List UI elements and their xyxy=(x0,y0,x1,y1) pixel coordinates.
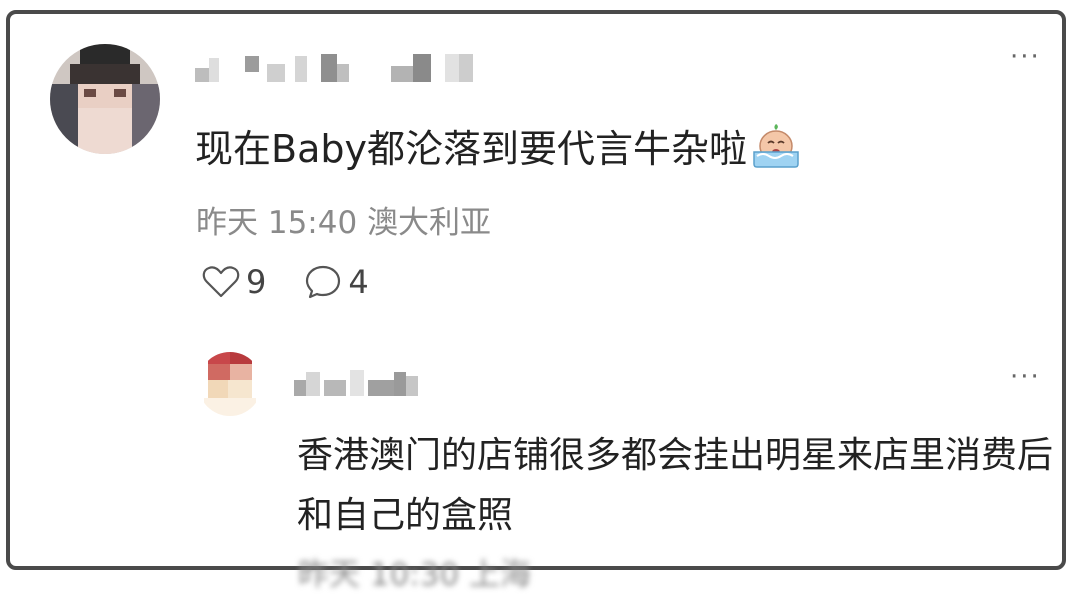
comment-location: 澳大利亚 xyxy=(367,205,492,241)
comment-text: 现在Baby都沦落到要代言牛杂啦 xyxy=(195,118,801,177)
reply-button[interactable]: 4 xyxy=(304,263,369,301)
reply-more-options-button[interactable]: ··· xyxy=(1010,362,1041,392)
comment-time: 昨天 15:40 xyxy=(196,205,358,241)
reply-username-blurred xyxy=(294,370,418,396)
crying-face-emoji-icon xyxy=(751,122,801,177)
reply-count: 4 xyxy=(348,263,369,301)
like-count: 9 xyxy=(246,263,267,301)
reply-meta: 昨天 10:30 上海 xyxy=(298,557,532,593)
comment-actions: 9 4 xyxy=(202,262,407,302)
heart-icon xyxy=(202,266,240,298)
more-options-button[interactable]: ··· xyxy=(1010,42,1041,72)
username-blurred xyxy=(195,54,473,82)
comment-meta: 昨天 15:40 澳大利亚 xyxy=(196,197,491,242)
comment-bubble-icon xyxy=(306,265,341,299)
avatar[interactable] xyxy=(50,44,160,154)
like-button[interactable]: 9 xyxy=(202,263,266,301)
reply-text: 香港澳门的店铺很多都会挂出明星来店里消费后和自己的盒照 xyxy=(297,435,1054,536)
reply-avatar[interactable] xyxy=(198,352,262,416)
comment-card: ··· 现在Baby都沦落到要代言牛杂啦 昨天 15:40 澳大利亚 9 4 ·… xyxy=(6,10,1066,593)
